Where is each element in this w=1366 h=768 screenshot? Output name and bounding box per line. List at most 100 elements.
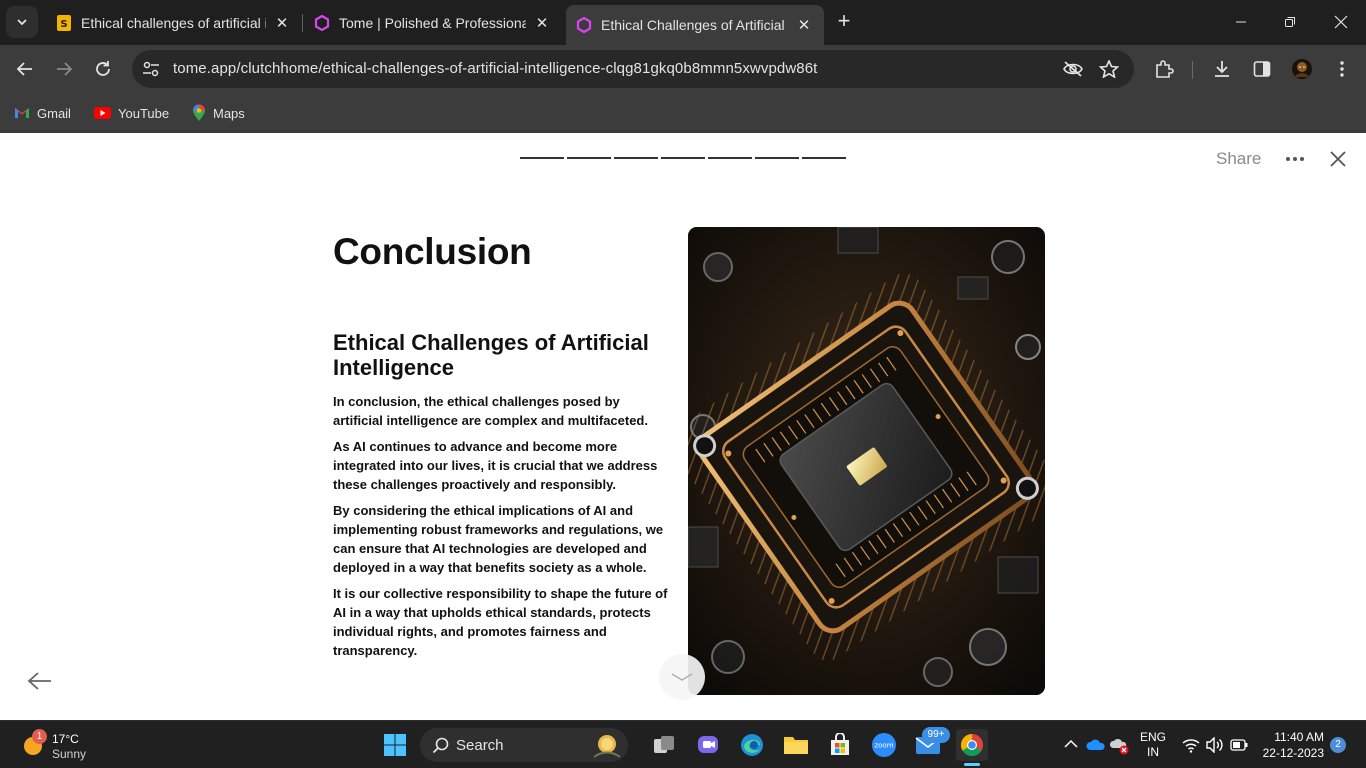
chevron-down-icon [17,19,27,26]
tome-presentation-page: Share Conclusion Ethical Challenges of A… [0,133,1366,720]
store-icon [831,733,849,755]
close-icon [1334,15,1348,29]
chrome-menu-button[interactable] [1330,57,1354,81]
profile-avatar[interactable] [1290,57,1314,81]
youtube-icon [94,107,111,119]
folder-icon [784,737,808,754]
close-presentation-button[interactable] [1326,147,1350,171]
chat-icon [698,736,718,753]
clock-date: 22-12-2023 [1262,746,1324,760]
tab-1[interactable]: S Ethical challenges of artificial in ✕ [46,4,302,41]
weather-widget[interactable]: 1 17°C Sunny [20,729,130,762]
svg-text:zoom: zoom [874,742,893,750]
weather-temp: 17°C [52,732,79,746]
toolbar-separator [1192,61,1193,79]
forward-button[interactable] [50,55,78,83]
reload-icon [96,61,110,76]
search-label: Search [456,737,504,754]
reload-button[interactable] [89,55,117,83]
arrow-left-icon [16,62,32,76]
extensions-button[interactable] [1152,57,1176,81]
task-view-icon [654,736,674,753]
back-button[interactable] [11,55,39,83]
chrome-button[interactable] [956,729,988,761]
edge-icon [741,734,763,756]
star-icon[interactable] [1099,60,1119,78]
circuit-board-image [688,227,1045,695]
progress-segment[interactable] [802,157,846,159]
address-bar[interactable]: tome.app/clutchhome/ethical-challenges-o… [132,50,1134,88]
microchip-illustration [688,227,1045,695]
chevron-up-icon[interactable] [1064,739,1078,749]
progress-segment[interactable] [708,157,752,159]
close-window-button[interactable] [1326,8,1356,36]
slide-body: In conclusion, the ethical challenges po… [333,392,669,667]
file-explorer-button[interactable] [780,729,812,761]
windows-taskbar: 1 17°C Sunny Search zoom 99+ ENG IN 11:4… [0,720,1366,768]
tab-separator [302,14,303,32]
weather-condition: Sunny [52,747,87,761]
close-tab-icon[interactable]: ✕ [534,14,550,32]
arrow-left-icon [27,672,51,690]
windows-icon [384,734,406,756]
share-button[interactable]: Share [1216,149,1261,169]
tab-2[interactable]: Tome | Polished & Professional ✕ [304,4,562,41]
language-indicator[interactable]: ENG IN [1140,730,1166,760]
svg-text:S: S [60,19,67,30]
slide-paragraph: In conclusion, the ethical challenges po… [333,394,648,428]
volume-icon[interactable] [1206,737,1224,753]
downloads-button[interactable] [1210,57,1234,81]
edge-button[interactable] [736,729,768,761]
close-tab-icon[interactable]: ✕ [796,16,812,34]
zoom-button[interactable]: zoom [868,729,900,761]
close-tab-icon[interactable]: ✕ [274,14,290,32]
mail-badge: 99+ [922,727,950,743]
onedrive-error-icon[interactable] [1110,737,1130,755]
notification-badge[interactable]: 2 [1330,737,1346,753]
tab-3-active[interactable]: Ethical Challenges of Artificial In ✕ [566,5,824,45]
new-tab-button[interactable]: + [832,10,856,34]
teams-chat-button[interactable] [692,729,724,761]
more-options-button[interactable] [1282,147,1308,171]
progress-segment[interactable] [661,157,705,159]
microsoft-store-button[interactable] [824,729,856,761]
wifi-icon[interactable] [1182,737,1200,753]
eye-off-icon[interactable] [1062,60,1084,78]
close-icon [1330,151,1346,167]
url-text: tome.app/clutchhome/ethical-challenges-o… [173,60,818,77]
maps-icon [193,104,205,121]
restore-icon [1285,17,1295,27]
start-button[interactable] [379,729,411,761]
restore-button[interactable] [1275,8,1305,36]
minimize-button[interactable] [1226,8,1256,36]
bookmark-label: YouTube [118,105,170,121]
progress-segment[interactable] [520,157,564,159]
slide-paragraph: It is our collective responsibility to s… [333,586,668,658]
slide-paragraph: As AI continues to advance and become mo… [333,439,658,492]
bookmark-youtube[interactable]: YouTube [94,102,169,124]
search-highlight-icon [593,735,621,758]
slide-title: Conclusion [333,231,532,272]
progress-segment[interactable] [567,157,611,159]
site-settings-icon[interactable] [142,61,160,77]
more-horizontal-icon [1286,157,1304,161]
side-panel-button[interactable] [1250,57,1274,81]
bookmark-gmail[interactable]: Gmail [14,102,71,124]
taskbar-search[interactable]: Search [420,728,628,762]
system-clock[interactable]: 11:40 AM 22-12-2023 [1258,729,1324,761]
tab-3-title: Ethical Challenges of Artificial In [601,17,788,33]
task-view-button[interactable] [648,729,680,761]
zoom-icon: zoom [872,733,896,757]
kebab-menu-icon [1340,61,1344,77]
clock-time: 11:40 AM [1274,730,1324,744]
onedrive-icon[interactable] [1086,738,1106,752]
chrome-icon [961,734,983,756]
bookmark-maps[interactable]: Maps [192,102,245,124]
slide-progress-bar [520,157,846,159]
previous-slide-button[interactable] [27,670,53,692]
progress-segment[interactable] [614,157,658,159]
progress-segment[interactable] [755,157,799,159]
scroll-down-button[interactable] [659,654,705,700]
tab-search-button[interactable] [6,6,38,38]
battery-icon[interactable] [1230,739,1248,751]
